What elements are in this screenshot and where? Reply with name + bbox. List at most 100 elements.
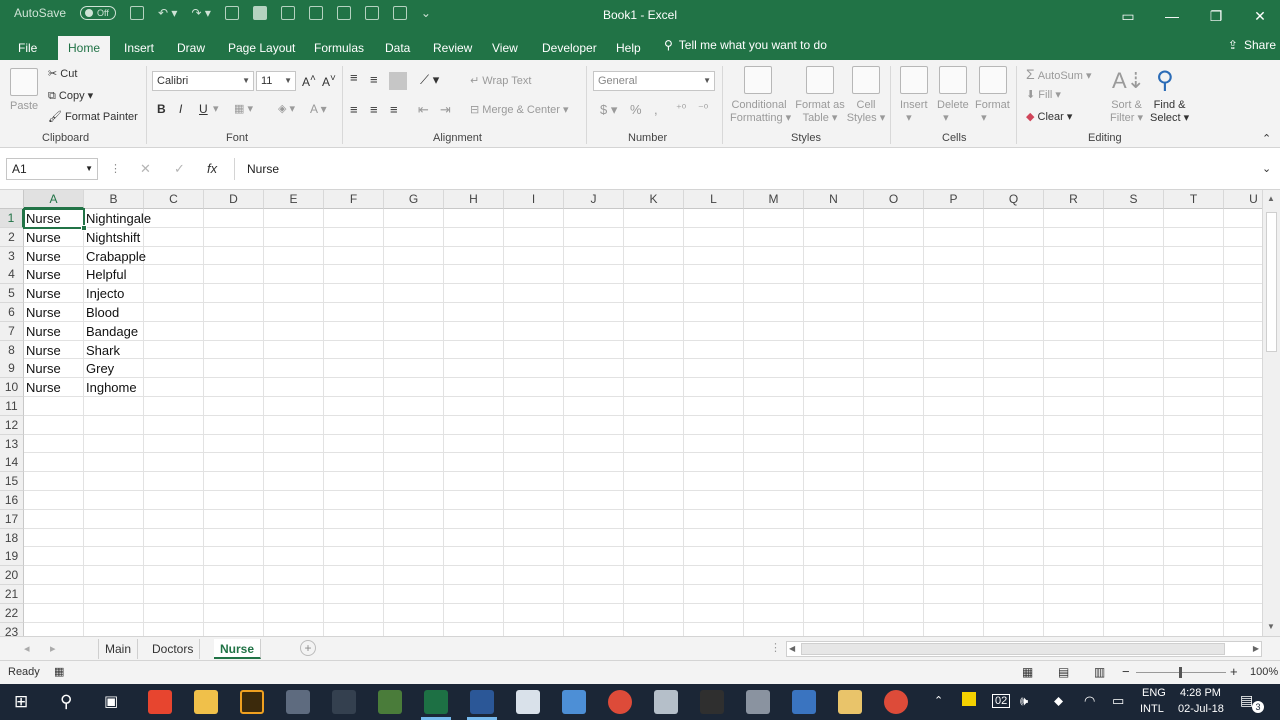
tray-overflow-icon[interactable]: ⌃ (934, 694, 943, 707)
screen-recorder-icon[interactable] (654, 690, 678, 714)
cell-a4[interactable]: Nurse (24, 265, 61, 284)
row-header-10[interactable]: 10 (0, 378, 24, 398)
wrap-text-button[interactable]: ↵ Wrap Text (470, 74, 531, 87)
row-header-6[interactable]: 6 (0, 303, 24, 322)
sheet-icon[interactable] (336, 6, 351, 20)
cell-a9[interactable]: Nurse (24, 359, 61, 378)
cell-a10[interactable]: Nurse (24, 378, 61, 397)
select-all-corner[interactable] (0, 190, 24, 209)
cell-a8[interactable]: Nurse (24, 341, 61, 360)
column-header-r[interactable]: R (1044, 190, 1104, 209)
row-header-13[interactable]: 13 (0, 434, 24, 454)
cell-a3[interactable]: Nurse (24, 247, 61, 266)
column-header-c[interactable]: C (144, 190, 204, 209)
column-header-a[interactable]: A (24, 190, 84, 209)
search-app-icon[interactable] (148, 690, 172, 714)
cell-b8[interactable]: Shark (84, 341, 120, 360)
chart-app-icon[interactable] (516, 690, 540, 714)
notes-app-icon[interactable] (838, 690, 862, 714)
column-header-o[interactable]: O (864, 190, 924, 209)
zoom-level[interactable]: 100% (1250, 666, 1278, 678)
close-icon[interactable]: ✕ (1238, 0, 1280, 32)
redo-icon[interactable]: ↷ ▾ (191, 6, 210, 20)
zoom-slider-thumb[interactable] (1179, 667, 1182, 678)
file-explorer-icon[interactable] (194, 690, 218, 714)
percent-button[interactable]: % (630, 102, 642, 117)
format-as-table-button[interactable]: Format as Table ▾ (794, 99, 846, 124)
align-center-icon[interactable]: ≡ (370, 102, 378, 117)
insert-function-button[interactable]: fx (207, 161, 217, 176)
chrome-profile-icon[interactable] (884, 690, 908, 714)
column-header-g[interactable]: G (384, 190, 444, 209)
align-middle-icon[interactable]: ≡ (370, 72, 378, 87)
phone-app-icon[interactable] (332, 690, 356, 714)
spreadsheet-grid[interactable]: ABCDEFGHIJKLMNOPQRSTU 1 2 3 4 5 6 7 8 9 10 11 12 13 1… (0, 190, 1262, 636)
tab-file[interactable]: File (14, 36, 41, 60)
row-header-5[interactable]: 5 (0, 284, 24, 304)
decrease-decimal-icon[interactable]: ⁻⁰ (698, 102, 708, 115)
column-header-s[interactable]: S (1104, 190, 1164, 209)
magnifier-icon[interactable]: ⚲ (1156, 66, 1174, 95)
tab-data[interactable]: Data (381, 36, 414, 60)
row-header-7[interactable]: 7 (0, 321, 24, 341)
row-header-16[interactable]: 16 (0, 491, 24, 510)
cell-a6[interactable]: Nurse (24, 303, 61, 322)
fill-color-icon[interactable]: ◈ ▾ (278, 102, 295, 115)
orientation-icon[interactable]: ⟋ ▾ (420, 72, 439, 88)
scanner-app-icon[interactable] (746, 690, 770, 714)
page-break-view-icon[interactable]: ▥ (1094, 665, 1105, 679)
font-name-select[interactable]: Calibri ▼ (152, 71, 254, 91)
word-taskbar-icon[interactable] (470, 690, 494, 714)
decrease-indent-icon[interactable]: ⇤ (418, 102, 429, 118)
folder-app-icon[interactable] (562, 690, 586, 714)
tab-page-layout[interactable]: Page Layout (224, 36, 299, 60)
save-icon[interactable] (130, 6, 145, 20)
sheet-tab-nurse[interactable]: Nurse (214, 639, 262, 659)
zoom-in-icon[interactable]: + (1230, 664, 1238, 679)
increase-decimal-icon[interactable]: ⁺⁰ (676, 102, 686, 115)
scroll-down-icon[interactable]: ▼ (1267, 622, 1275, 631)
format-painter-button[interactable]: 🖌 Format Painter (48, 110, 138, 123)
cell-b4[interactable]: Helpful (84, 265, 126, 284)
row-header-12[interactable]: 12 (0, 415, 24, 435)
row-header-23[interactable]: 23 (0, 622, 24, 636)
row-header-1[interactable]: 1 (0, 209, 24, 228)
scroll-up-icon[interactable]: ▲ (1267, 194, 1275, 203)
currency-button[interactable]: $ ▾ (600, 102, 617, 118)
sort-filter-icon[interactable]: A⇣ (1112, 68, 1145, 94)
column-header-b[interactable]: B (84, 190, 144, 209)
tab-help[interactable]: Help (612, 36, 645, 60)
tab-split-handle[interactable]: ⋮ (770, 641, 781, 654)
row-header-21[interactable]: 21 (0, 585, 24, 604)
search-icon[interactable]: ⚲ (60, 692, 72, 712)
tab-home[interactable]: Home (58, 36, 111, 60)
row-header-2[interactable]: 2 (0, 227, 24, 247)
tab-draw[interactable]: Draw (173, 36, 209, 60)
tools-app-icon[interactable] (378, 690, 402, 714)
row-header-14[interactable]: 14 (0, 453, 24, 473)
sheet-tab-doctors[interactable]: Doctors (146, 639, 201, 659)
tab-review[interactable]: Review (429, 36, 476, 60)
cell-b6[interactable]: Blood (84, 303, 119, 322)
zoom-out-icon[interactable]: − (1122, 664, 1130, 679)
fill-handle[interactable] (81, 225, 87, 231)
format-cells-button[interactable]: Format ▾ (975, 99, 1010, 124)
column-header-n[interactable]: N (804, 190, 864, 209)
format-as-table-icon[interactable] (806, 66, 834, 94)
excel-taskbar-icon[interactable] (424, 690, 448, 714)
underline-button[interactable]: U (199, 102, 208, 116)
maximize-icon[interactable]: ❐ (1194, 0, 1238, 32)
insert-cells-button[interactable]: Insert ▾ (900, 99, 928, 124)
font-size-select[interactable]: 11 ▼ (256, 71, 296, 91)
column-header-t[interactable]: T (1164, 190, 1224, 209)
column-header-k[interactable]: K (624, 190, 684, 209)
paste-button[interactable]: Paste (10, 100, 38, 112)
column-header-j[interactable]: J (564, 190, 624, 209)
column-header-h[interactable]: H (444, 190, 504, 209)
column-header-u[interactable]: U (1224, 190, 1262, 209)
star-app-icon[interactable] (700, 690, 724, 714)
undo-icon[interactable]: ↶ ▾ (158, 6, 177, 20)
cell-b5[interactable]: Injecto (84, 284, 124, 303)
underline-dropdown-icon[interactable]: ▾ (213, 102, 219, 115)
page-icon[interactable] (252, 6, 267, 20)
